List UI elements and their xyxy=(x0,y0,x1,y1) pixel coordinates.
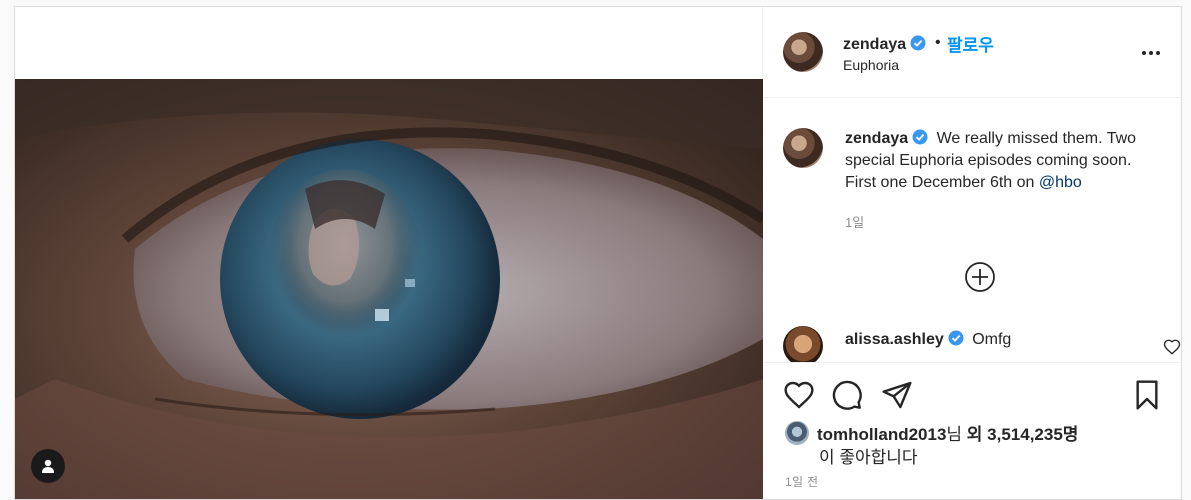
more-options-icon[interactable] xyxy=(1139,43,1163,63)
eye-photo-graphic xyxy=(15,79,763,499)
post-dialog: zendaya • 팔로우 Euphoria zendaya We really… xyxy=(14,6,1182,500)
heart-icon[interactable] xyxy=(783,379,815,411)
comment-heart-icon[interactable] xyxy=(1163,338,1181,358)
comments-section[interactable]: zendaya We really missed them. Two speci… xyxy=(763,98,1181,362)
post-actions: tomholland2013님 외 3,514,235명 이 좋아합니다 1일 … xyxy=(763,362,1181,499)
caption-username[interactable]: zendaya xyxy=(845,129,928,147)
post-location[interactable]: Euphoria xyxy=(843,57,899,73)
verified-badge-icon xyxy=(910,35,926,51)
follow-button[interactable]: 팔로우 xyxy=(947,31,994,56)
liker-username[interactable]: tomholland2013 xyxy=(817,425,946,444)
likes-count[interactable]: 3,514,235명 xyxy=(987,425,1078,444)
verified-badge-icon xyxy=(912,129,928,145)
caption-mention-link[interactable]: @hbo xyxy=(1039,174,1082,191)
user-tag-icon[interactable] xyxy=(31,449,65,483)
comment-username[interactable]: alissa.ashley xyxy=(845,330,964,348)
liker-honorific: 님 xyxy=(946,425,963,444)
post-header: zendaya • 팔로우 Euphoria xyxy=(763,7,1181,98)
post-caption: zendaya We really missed them. Two speci… xyxy=(845,128,1165,194)
comment-item: alissa.ashley Omfg xyxy=(845,330,1011,349)
post-timestamp[interactable]: 1일 전 xyxy=(785,473,818,490)
author-username[interactable]: zendaya xyxy=(843,35,926,54)
verified-badge-icon xyxy=(948,330,964,346)
comment-bubble-icon[interactable] xyxy=(831,379,863,411)
likes-and-label[interactable]: 외 xyxy=(967,425,983,444)
caption-timestamp[interactable]: 1일 xyxy=(845,212,864,231)
post-media xyxy=(15,7,763,499)
comment-text: Omfg xyxy=(972,331,1012,348)
plus-circle-icon[interactable] xyxy=(963,260,997,294)
likes-summary: tomholland2013님 외 3,514,235명 xyxy=(817,420,1078,445)
caption-author-avatar[interactable] xyxy=(783,128,823,168)
paper-plane-icon[interactable] xyxy=(881,379,913,411)
post-image-eye[interactable] xyxy=(15,79,763,499)
bookmark-icon[interactable] xyxy=(1131,379,1163,411)
commenter-avatar[interactable] xyxy=(783,326,823,362)
author-avatar[interactable] xyxy=(783,32,823,72)
liker-avatar[interactable] xyxy=(785,421,809,445)
post-side-panel: zendaya • 팔로우 Euphoria zendaya We really… xyxy=(763,7,1181,499)
likes-suffix-text: 이 좋아합니다 xyxy=(819,448,918,467)
separator-dot: • xyxy=(935,34,941,51)
